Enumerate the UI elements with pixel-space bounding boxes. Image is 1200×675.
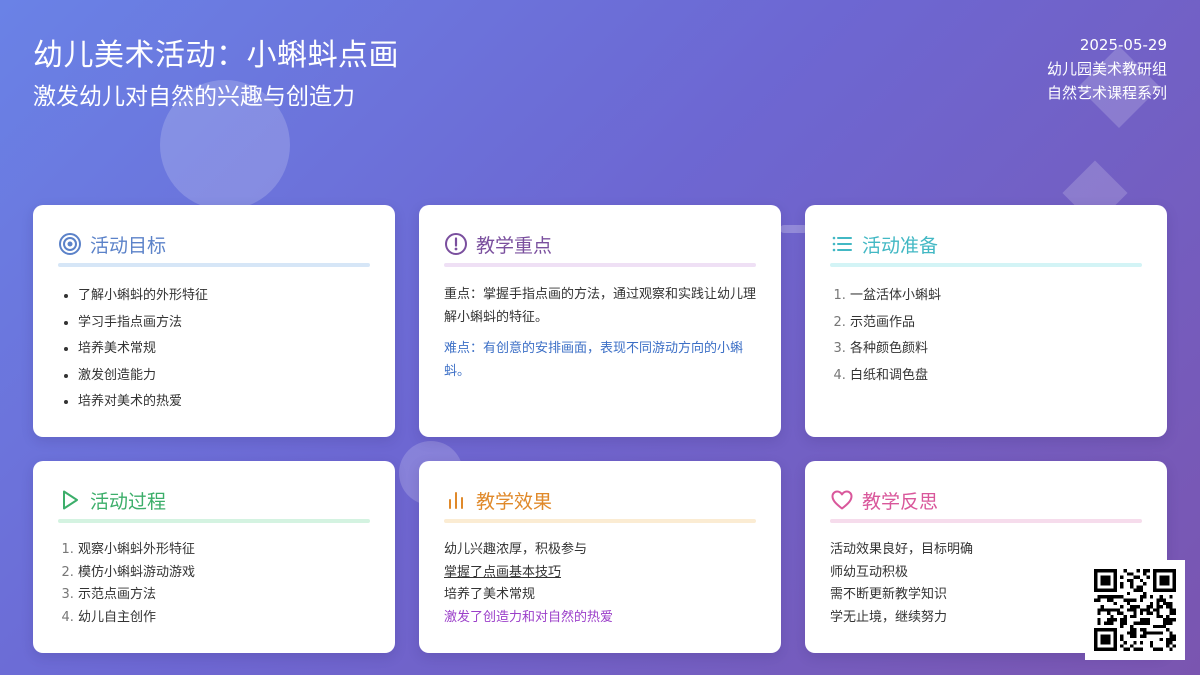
qr-code-icon xyxy=(1094,569,1176,651)
list-item: 示范点画方法 xyxy=(78,584,370,607)
list-item: 一盆活体小蝌蚪 xyxy=(850,283,1142,310)
key-point-text: 重点：掌握手指点画的方法，通过观察和实践让幼儿理解小蝌蚪的特征。 xyxy=(444,287,757,325)
slide: 幼儿美术活动：小蝌蚪点画 激发幼儿对自然的兴趣与创造力 2025-05-29 幼… xyxy=(0,0,1200,675)
card-title: 教学反思 xyxy=(862,490,939,513)
play-icon xyxy=(58,488,82,512)
alert-circle-icon xyxy=(444,232,468,256)
reflection-line: 活动效果良好，目标明确 xyxy=(830,542,974,557)
card-activity-goals: 活动目标 了解小蝌蚪的外形特征 学习手指点画方法 培养美术常规 激发创造能力 培… xyxy=(33,205,395,437)
card-header: 活动过程 xyxy=(58,485,370,515)
card-body: 观察小蝌蚪外形特征 模仿小蝌蚪游动游戏 示范点画方法 幼儿自主创作 xyxy=(58,539,370,629)
card-title: 教学效果 xyxy=(476,490,553,513)
card-body: 重点：掌握手指点画的方法，通过观察和实践让幼儿理解小蝌蚪的特征。 难点：有创意的… xyxy=(444,283,756,383)
date-label: 2025-05-29 xyxy=(1079,36,1167,54)
card-header: 活动目标 xyxy=(58,229,370,259)
heart-icon xyxy=(830,488,854,512)
effect-line: 培养了美术常规 xyxy=(444,587,536,602)
goals-list: 了解小蝌蚪的外形特征 学习手指点画方法 培养美术常规 激发创造能力 培养对美术的… xyxy=(58,283,370,416)
list-icon xyxy=(830,232,854,256)
card-header: 教学效果 xyxy=(444,485,756,515)
card-header: 活动准备 xyxy=(830,229,1142,259)
process-list: 观察小蝌蚪外形特征 模仿小蝌蚪游动游戏 示范点画方法 幼儿自主创作 xyxy=(58,539,370,629)
list-item: 培养对美术的热爱 xyxy=(78,389,370,416)
decorative-bar xyxy=(780,225,808,233)
list-item: 模仿小蝌蚪游动游戏 xyxy=(78,562,370,585)
card-title: 教学重点 xyxy=(476,234,553,257)
card-teaching-focus: 教学重点 重点：掌握手指点画的方法，通过观察和实践让幼儿理解小蝌蚪的特征。 难点… xyxy=(419,205,781,437)
effect-line: 掌握了点画基本技巧 xyxy=(444,564,562,580)
list-item: 培养美术常规 xyxy=(78,336,370,363)
list-item: 幼儿自主创作 xyxy=(78,607,370,630)
card-divider xyxy=(58,263,370,267)
card-divider xyxy=(830,263,1142,267)
difficulty-text: 难点：有创意的安排画面，表现不同游动方向的小蝌蚪。 xyxy=(444,341,744,379)
prep-list: 一盆活体小蝌蚪 示范画作品 各种颜色颜料 白纸和调色盘 xyxy=(830,283,1142,389)
card-title: 活动过程 xyxy=(90,490,167,513)
card-title: 活动目标 xyxy=(90,234,167,257)
qr-code xyxy=(1085,560,1185,660)
card-divider xyxy=(444,519,756,523)
page-subtitle: 激发幼儿对自然的兴趣与创造力 xyxy=(33,84,355,110)
target-icon xyxy=(58,232,82,256)
list-item: 各种颜色颜料 xyxy=(850,336,1142,363)
list-item: 了解小蝌蚪的外形特征 xyxy=(78,283,370,310)
organization-label: 幼儿园美术教研组 xyxy=(1046,60,1167,78)
card-divider xyxy=(444,263,756,267)
list-item: 学习手指点画方法 xyxy=(78,310,370,337)
list-item: 示范画作品 xyxy=(850,310,1142,337)
card-activity-prep: 活动准备 一盆活体小蝌蚪 示范画作品 各种颜色颜料 白纸和调色盘 xyxy=(805,205,1167,437)
series-label: 自然艺术课程系列 xyxy=(1046,84,1167,102)
card-divider xyxy=(58,519,370,523)
card-body: 幼儿兴趣浓厚，积极参与 掌握了点画基本技巧 培养了美术常规 激发了创造力和对自然… xyxy=(444,539,756,629)
effect-line: 幼儿兴趣浓厚，积极参与 xyxy=(444,542,588,557)
card-body: 一盆活体小蝌蚪 示范画作品 各种颜色颜料 白纸和调色盘 xyxy=(830,283,1142,389)
card-divider xyxy=(830,519,1142,523)
header-meta: 2025-05-29 幼儿园美术教研组 自然艺术课程系列 xyxy=(1047,33,1167,105)
page-title: 幼儿美术活动：小蝌蚪点画 xyxy=(33,38,399,73)
list-item: 激发创造能力 xyxy=(78,363,370,390)
card-title: 活动准备 xyxy=(862,234,939,257)
list-item: 白纸和调色盘 xyxy=(850,363,1142,390)
effect-line: 激发了创造力和对自然的热爱 xyxy=(444,609,614,625)
list-item: 观察小蝌蚪外形特征 xyxy=(78,539,370,562)
card-activity-process: 活动过程 观察小蝌蚪外形特征 模仿小蝌蚪游动游戏 示范点画方法 幼儿自主创作 xyxy=(33,461,395,653)
card-header: 教学反思 xyxy=(830,485,1142,515)
card-header: 教学重点 xyxy=(444,229,756,259)
card-teaching-effect: 教学效果 幼儿兴趣浓厚，积极参与 掌握了点画基本技巧 培养了美术常规 激发了创造… xyxy=(419,461,781,653)
card-body: 了解小蝌蚪的外形特征 学习手指点画方法 培养美术常规 激发创造能力 培养对美术的… xyxy=(58,283,370,416)
bar-chart-icon xyxy=(444,488,468,512)
